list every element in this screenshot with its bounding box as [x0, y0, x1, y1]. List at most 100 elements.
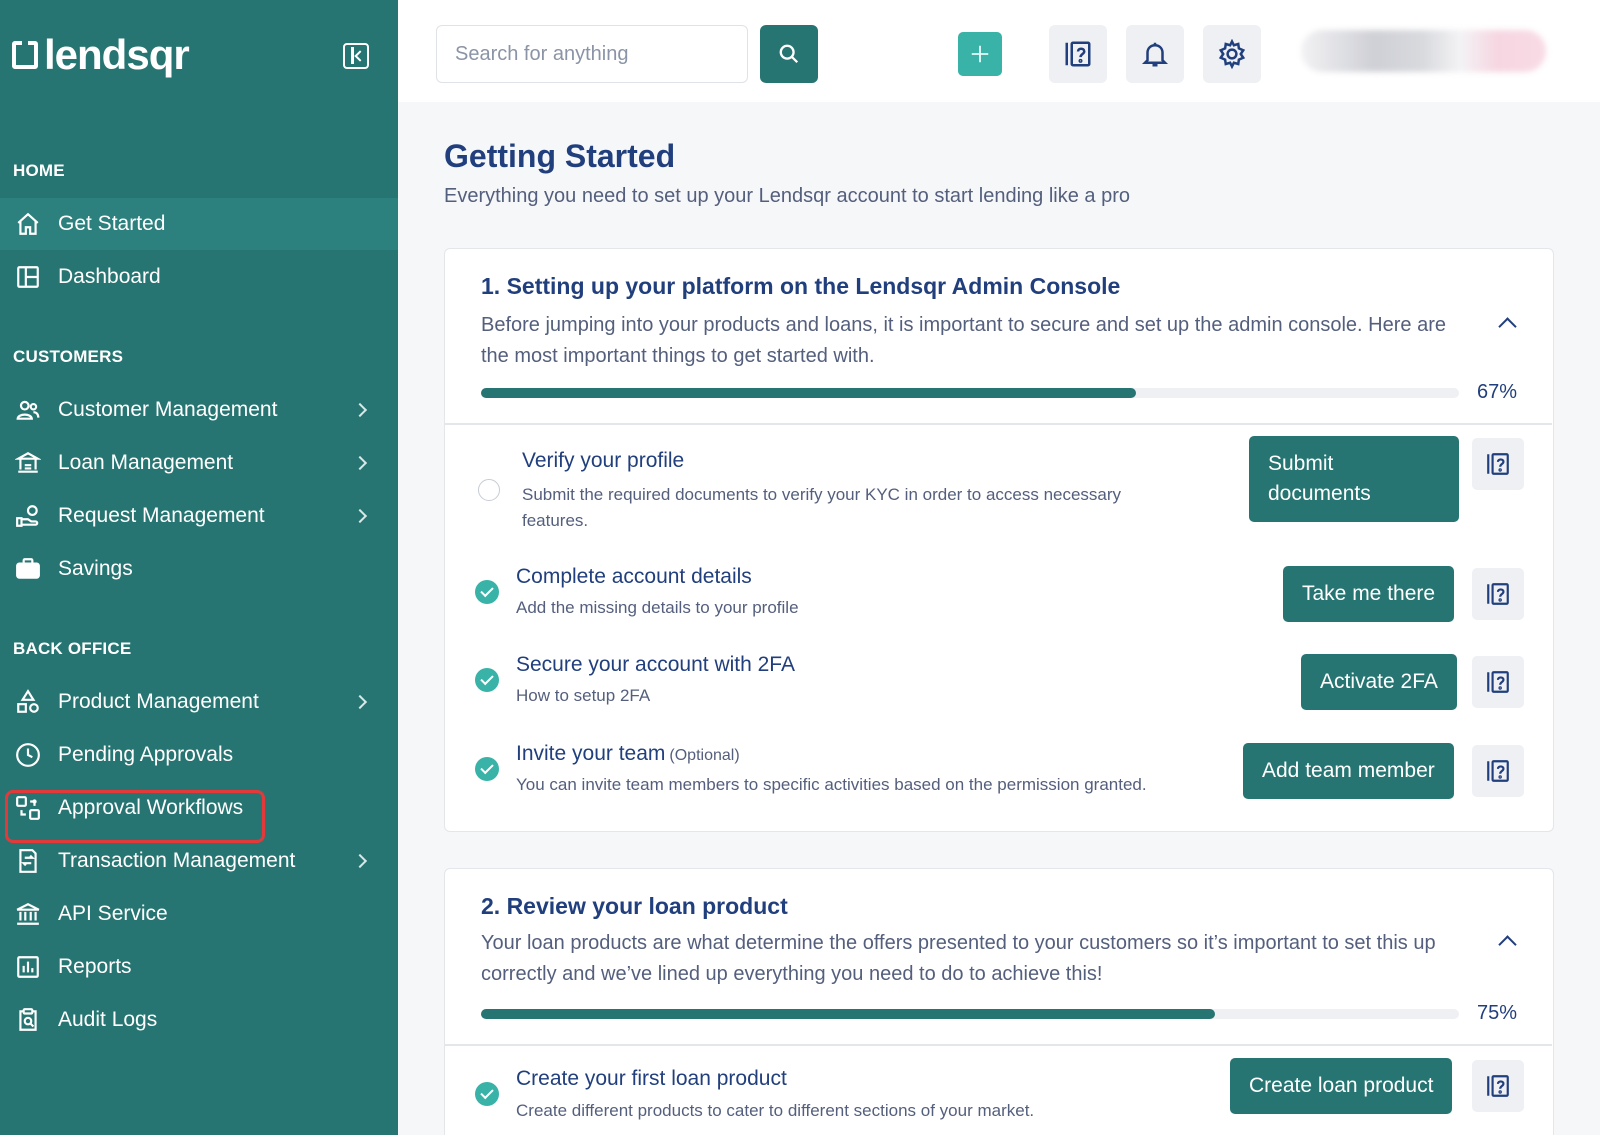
sidebar-item-request-management[interactable]: Request Management [0, 490, 398, 542]
task-help-button[interactable] [1472, 1060, 1524, 1112]
card-title: 1. Setting up your platform on the Lends… [481, 273, 1121, 299]
task-complete-check-icon [475, 580, 499, 604]
gear-icon [1218, 39, 1246, 69]
help-button[interactable] [1049, 25, 1107, 83]
sidebar-item-label: Get Started [58, 212, 166, 235]
sidebar-item-label: Pending Approvals [58, 743, 234, 766]
users-icon [14, 396, 42, 424]
chevron-right-icon [352, 853, 368, 869]
submit-documents-button[interactable]: Submit documents [1249, 436, 1459, 522]
divider [445, 423, 1552, 425]
help-book-icon [1487, 583, 1509, 605]
sidebar-item-approval-workflows[interactable]: Approval Workflows [0, 782, 398, 834]
settings-button[interactable] [1203, 25, 1261, 83]
search-button[interactable] [760, 25, 818, 83]
sidebar-item-savings[interactable]: Savings [0, 543, 398, 595]
setup-card-admin-console: 1. Setting up your platform on the Lends… [444, 248, 1554, 832]
help-book-icon [1065, 41, 1091, 67]
audit-icon [14, 1006, 42, 1034]
progress-fill [481, 1009, 1215, 1019]
chevron-right-icon [352, 455, 368, 471]
section-title-customers: CUSTOMERS [13, 347, 124, 366]
task-description: You can invite team members to specific … [516, 775, 1147, 794]
card-title: 2. Review your loan product [481, 893, 788, 919]
sidebar-item-label: API Service [58, 902, 168, 925]
add-team-member-button[interactable]: Add team member [1243, 743, 1454, 799]
sidebar-item-label: Dashboard [58, 265, 161, 288]
sidebar-item-pending-approvals[interactable]: Pending Approvals [0, 729, 398, 781]
transaction-icon [14, 847, 42, 875]
task-help-button[interactable] [1472, 438, 1524, 490]
task-title: Invite your team (Optional) [516, 742, 740, 766]
search-icon [779, 44, 799, 64]
sidebar-item-dashboard[interactable]: Dashboard [0, 251, 398, 303]
chart-icon [14, 953, 42, 981]
add-button[interactable] [958, 32, 1002, 76]
task-title: Verify your profile [522, 449, 685, 472]
sidebar-item-loan-management[interactable]: Loan Management [0, 437, 398, 489]
collapse-sidebar-icon[interactable] [343, 43, 369, 69]
progress-fill [481, 388, 1137, 398]
logo-text: lendsqr [44, 31, 190, 78]
task-complete-check-icon [475, 668, 499, 692]
task-help-button[interactable] [1472, 568, 1524, 620]
topbar [398, 0, 1600, 102]
task-help-button[interactable] [1472, 656, 1524, 708]
shapes-icon [14, 688, 42, 716]
task-complete-check-icon [475, 1082, 499, 1106]
progress-bar [481, 1009, 1459, 1019]
progress-percent: 67% [1477, 381, 1518, 403]
sidebar-item-transaction-management[interactable]: Transaction Management [0, 835, 398, 887]
workflow-icon [14, 794, 42, 822]
chevron-right-icon [352, 402, 368, 418]
home-icon [14, 210, 42, 238]
activate-2fa-button[interactable]: Activate 2FA [1301, 654, 1457, 710]
take-me-there-button[interactable]: Take me there [1283, 566, 1455, 622]
task-help-button[interactable] [1472, 745, 1524, 797]
sidebar-item-label: Approval Workflows [58, 796, 244, 819]
plus-icon [971, 45, 989, 63]
sidebar-item-label: Product Management [58, 690, 259, 713]
task-title-text: Invite your team [516, 742, 666, 765]
sidebar-item-label: Customer Management [58, 398, 278, 421]
help-book-icon [1487, 760, 1509, 782]
chevron-up-icon[interactable] [1498, 935, 1517, 954]
card-description: Your loan products are what determine th… [481, 932, 1436, 985]
task-description: Submit the required documents to verify … [522, 485, 1122, 530]
progress-percent: 75% [1477, 1002, 1518, 1024]
help-book-icon [1487, 1075, 1509, 1097]
sidebar-item-get-started[interactable]: Get Started [0, 198, 398, 250]
optional-tag: (Optional) [669, 747, 740, 764]
page-subtitle: Everything you need to set up your Lends… [444, 185, 1130, 207]
create-loan-product-button[interactable]: Create loan product [1230, 1058, 1453, 1114]
bell-icon [1141, 42, 1169, 67]
logo-mark-icon [12, 40, 38, 69]
divider [445, 1044, 1552, 1046]
setup-card-loan-product: 2. Review your loan product Your loan pr… [444, 868, 1554, 1135]
task-incomplete-radio[interactable] [478, 479, 500, 501]
sidebar-item-api-service[interactable]: API Service [0, 888, 398, 940]
bank-icon [14, 900, 42, 928]
dashboard-icon [14, 263, 42, 291]
clock-icon [14, 741, 42, 769]
progress-bar [481, 388, 1459, 398]
lendsqr-logo[interactable]: lendsqr [12, 31, 190, 78]
task-description: How to setup 2FA [516, 686, 651, 705]
user-profile-blurred[interactable] [1301, 30, 1546, 72]
sidebar-item-label: Savings [58, 557, 133, 580]
task-title: Create your first loan product [516, 1067, 787, 1090]
search-input[interactable] [436, 25, 748, 83]
help-book-icon [1487, 453, 1509, 475]
request-icon [14, 502, 42, 530]
chevron-up-icon[interactable] [1498, 317, 1517, 336]
notifications-button[interactable] [1126, 25, 1184, 83]
sidebar-item-reports[interactable]: Reports [0, 941, 398, 993]
chevron-right-icon [352, 508, 368, 524]
sidebar-item-audit-logs[interactable]: Audit Logs [0, 994, 398, 1046]
task-complete-check-icon [475, 757, 499, 781]
task-description: Create different products to cater to di… [516, 1101, 1035, 1120]
help-book-icon [1487, 671, 1509, 693]
sidebar-item-product-management[interactable]: Product Management [0, 676, 398, 728]
section-title-home: HOME [13, 161, 65, 180]
sidebar-item-customer-management[interactable]: Customer Management [0, 384, 398, 436]
